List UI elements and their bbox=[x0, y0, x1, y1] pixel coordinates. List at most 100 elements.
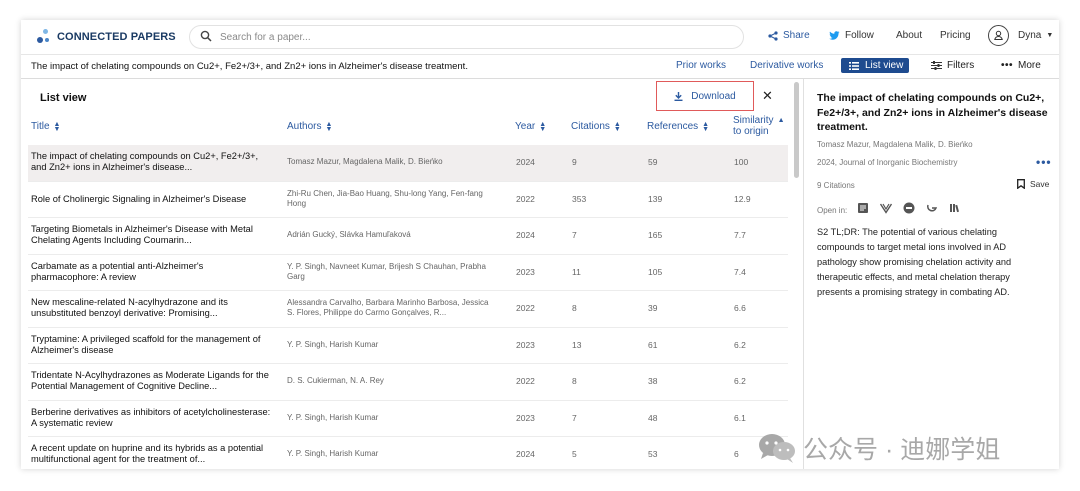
download-button[interactable]: Download bbox=[656, 81, 754, 111]
library-icon[interactable] bbox=[949, 202, 961, 214]
row-references: 53 bbox=[648, 449, 658, 459]
column-header-authors[interactable]: Authors ▲ ▼ bbox=[287, 120, 333, 133]
more-icon: ••• bbox=[1001, 60, 1014, 71]
row-authors: Y. P. Singh, Navneet Kumar, Brijesh S Ch… bbox=[287, 261, 486, 281]
more-button[interactable]: ••• More bbox=[1001, 60, 1041, 71]
table-row[interactable]: The impact of chelating compounds on Cu2… bbox=[28, 145, 788, 182]
brand-logo[interactable]: CONNECTED PAPERS bbox=[37, 29, 176, 45]
doi-icon[interactable] bbox=[903, 202, 915, 214]
row-title[interactable]: Carbamate as a potential anti-Alzheimer'… bbox=[31, 261, 271, 283]
user-icon bbox=[994, 30, 1003, 40]
semantic-scholar-icon[interactable] bbox=[880, 202, 892, 214]
user-name: Dyna bbox=[1018, 30, 1042, 41]
origin-paper-title: The impact of chelating compounds on Cu2… bbox=[31, 61, 468, 72]
search-input[interactable] bbox=[218, 28, 722, 46]
row-title[interactable]: New mescaline-related N-acylhydrazone an… bbox=[31, 297, 271, 319]
prior-works-button[interactable]: Prior works bbox=[676, 60, 726, 71]
logo-icon bbox=[37, 29, 51, 45]
pricing-label: Pricing bbox=[940, 30, 971, 41]
row-title[interactable]: The impact of chelating compounds on Cu2… bbox=[31, 151, 271, 173]
row-references: 61 bbox=[648, 339, 658, 350]
column-similarity-label: Similarity to origin bbox=[733, 115, 774, 137]
row-similarity: 100 bbox=[734, 157, 749, 167]
search-box[interactable] bbox=[189, 25, 744, 49]
row-title[interactable]: Berberine derivatives as inhibitors of a… bbox=[31, 407, 271, 429]
table-row[interactable]: Role of Cholinergic Signaling in Alzheim… bbox=[28, 182, 788, 218]
sort-icon: ▲ ▼ bbox=[613, 120, 621, 133]
sort-icon: ▲ ▼ bbox=[325, 120, 333, 133]
row-authors: Y. P. Singh, Harish Kumar bbox=[287, 339, 379, 349]
list-view-button[interactable]: List view bbox=[841, 58, 909, 73]
column-authors-label: Authors bbox=[287, 121, 322, 132]
column-header-similarity[interactable]: Similarity to origin ▲ bbox=[733, 115, 785, 137]
table-row[interactable]: Tryptamine: A privileged scaffold for th… bbox=[28, 328, 788, 364]
table-row[interactable]: A recent update on huprine and its hybri… bbox=[28, 437, 788, 469]
row-title[interactable]: Tridentate N-Acylhydrazones as Moderate … bbox=[31, 370, 271, 392]
column-references-label: References bbox=[647, 121, 699, 132]
detail-title[interactable]: The impact of chelating compounds on Cu2… bbox=[817, 91, 1052, 135]
column-header-references[interactable]: References ▲ ▼ bbox=[647, 120, 710, 133]
row-references: 39 bbox=[648, 303, 658, 313]
row-year: 2023 bbox=[516, 339, 535, 350]
row-year: 2023 bbox=[516, 412, 535, 423]
row-title[interactable]: Targeting Biometals in Alzheimer's Disea… bbox=[31, 224, 271, 246]
results-table: The impact of chelating compounds on Cu2… bbox=[28, 145, 788, 469]
row-citations: 5 bbox=[572, 449, 577, 459]
row-references: 48 bbox=[648, 412, 658, 423]
column-year-label: Year bbox=[515, 121, 536, 132]
row-year: 2024 bbox=[516, 230, 535, 240]
paper-detail-panel: The impact of chelating compounds on Cu2… bbox=[809, 79, 1059, 469]
save-button[interactable]: Save bbox=[1017, 179, 1049, 189]
filters-button[interactable]: Filters bbox=[931, 60, 974, 71]
list-scrollbar[interactable] bbox=[794, 82, 799, 178]
save-label: Save bbox=[1030, 179, 1050, 189]
row-similarity: 6.2 bbox=[734, 376, 746, 386]
follow-button[interactable]: Follow bbox=[829, 30, 874, 41]
column-header-title[interactable]: Title ▲ ▼ bbox=[31, 120, 61, 133]
top-nav: CONNECTED PAPERS Share Follow About Pric… bbox=[21, 20, 1059, 55]
filters-label: Filters bbox=[947, 60, 975, 71]
sort-icon: ▲ ▼ bbox=[539, 120, 547, 133]
table-row[interactable]: Berberine derivatives as inhibitors of a… bbox=[28, 401, 788, 437]
column-header-year[interactable]: Year ▲ ▼ bbox=[515, 120, 547, 133]
chevron-down-icon: ▼ bbox=[1046, 32, 1054, 39]
list-view-heading: List view bbox=[40, 92, 87, 104]
column-header-citations[interactable]: Citations ▲ ▼ bbox=[571, 120, 621, 133]
table-row[interactable]: Tridentate N-Acylhydrazones as Moderate … bbox=[28, 364, 788, 401]
row-similarity: 6.2 bbox=[734, 339, 746, 350]
sort-icon: ▲ ▼ bbox=[702, 120, 710, 133]
similarity-line1: Similarity bbox=[733, 115, 774, 126]
more-options-icon[interactable]: ••• bbox=[1036, 155, 1052, 169]
about-link[interactable]: About bbox=[896, 30, 922, 41]
sort-icon: ▲ ▼ bbox=[53, 120, 61, 133]
share-label: Share bbox=[783, 30, 810, 41]
table-row[interactable]: New mescaline-related N-acylhydrazone an… bbox=[28, 291, 788, 328]
row-citations: 13 bbox=[572, 339, 582, 350]
row-citations: 8 bbox=[572, 303, 577, 313]
row-year: 2024 bbox=[516, 449, 535, 459]
row-title[interactable]: Tryptamine: A privileged scaffold for th… bbox=[31, 334, 271, 356]
derivative-works-button[interactable]: Derivative works bbox=[750, 60, 823, 71]
row-similarity: 6.6 bbox=[734, 303, 746, 313]
row-similarity: 7.4 bbox=[734, 266, 746, 277]
download-label: Download bbox=[691, 90, 736, 102]
row-citations: 11 bbox=[572, 266, 581, 277]
pricing-link[interactable]: Pricing bbox=[940, 30, 971, 41]
avatar[interactable] bbox=[988, 25, 1009, 46]
row-similarity: 6 bbox=[734, 449, 739, 459]
table-row[interactable]: Targeting Biometals in Alzheimer's Disea… bbox=[28, 218, 788, 255]
open-in-label: Open in: bbox=[817, 206, 848, 215]
detail-tldr: S2 TL;DR: The potential of various chela… bbox=[817, 227, 1012, 297]
user-menu[interactable]: Dyna ▼ bbox=[1018, 30, 1053, 41]
close-icon[interactable]: ✕ bbox=[762, 88, 773, 104]
pdf-icon[interactable] bbox=[857, 202, 869, 214]
table-row[interactable]: Carbamate as a potential anti-Alzheimer'… bbox=[28, 255, 788, 291]
row-similarity: 7.7 bbox=[734, 230, 746, 240]
google-scholar-icon[interactable] bbox=[926, 202, 938, 214]
row-authors: Tomasz Mazur, Magdalena Malik, D. Bieńko bbox=[287, 157, 443, 166]
row-authors: Zhi-Ru Chen, Jia-Bao Huang, Shu-long Yan… bbox=[287, 188, 483, 208]
row-title[interactable]: Role of Cholinergic Signaling in Alzheim… bbox=[31, 194, 271, 205]
row-title[interactable]: A recent update on huprine and its hybri… bbox=[31, 443, 271, 465]
paper-toolbar: The impact of chelating compounds on Cu2… bbox=[21, 55, 1059, 79]
share-button[interactable]: Share bbox=[768, 30, 810, 41]
